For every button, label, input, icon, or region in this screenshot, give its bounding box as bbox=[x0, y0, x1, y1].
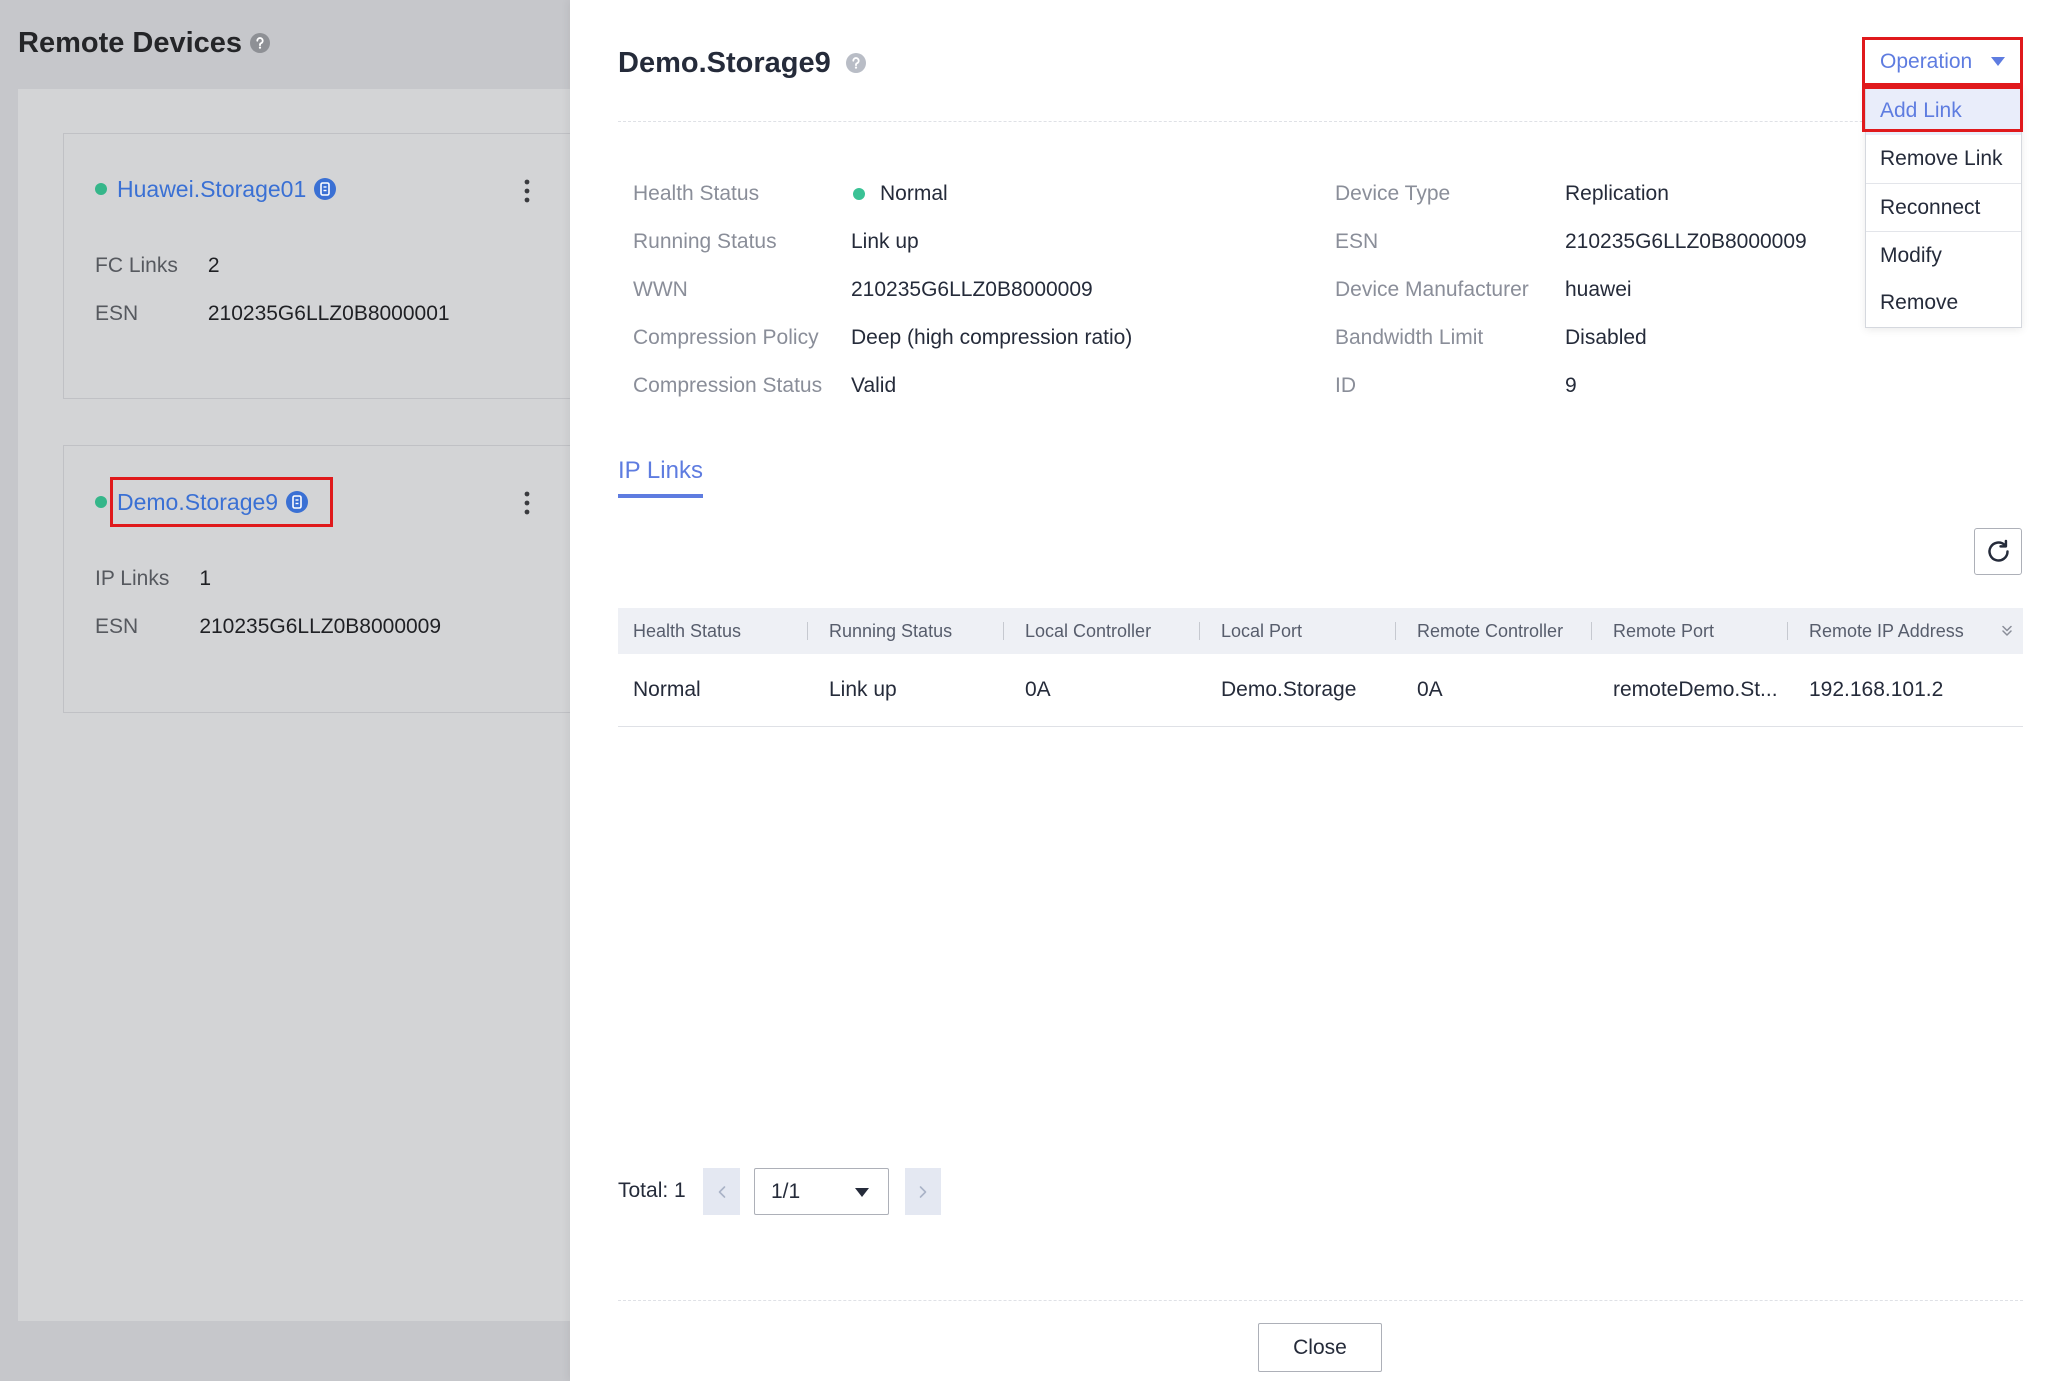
caret-down-icon bbox=[855, 1188, 869, 1197]
divider bbox=[618, 121, 2023, 122]
detail-label: ESN bbox=[1335, 230, 1379, 253]
table-row[interactable]: Normal Link up 0A Demo.Storage 0A remote… bbox=[618, 654, 2023, 727]
detail-label: Running Status bbox=[633, 230, 777, 253]
column-header[interactable]: Local Controller bbox=[1010, 608, 1206, 654]
menu-item-remove-link[interactable]: Remove Link bbox=[1866, 135, 2021, 183]
field-value: 2 bbox=[207, 254, 220, 277]
device-card-header: Demo.Storage9 bbox=[95, 487, 309, 517]
detail-label: Compression Status bbox=[633, 374, 823, 397]
menu-item-modify[interactable]: Modify bbox=[1866, 231, 2021, 279]
detail-label: Device Type bbox=[1335, 182, 1451, 205]
detail-label: Device Manufacturer bbox=[1335, 278, 1529, 301]
detail-label: Health Status bbox=[633, 182, 760, 205]
table-cell: 192.168.101.2 bbox=[1809, 678, 1944, 701]
caret-down-icon bbox=[1991, 57, 2005, 66]
status-dot-icon bbox=[853, 188, 865, 200]
column-header[interactable]: Local Port bbox=[1206, 608, 1402, 654]
help-icon[interactable] bbox=[250, 33, 271, 53]
field-value: 210235G6LLZ0B8000001 bbox=[207, 302, 450, 325]
field-label: ESN bbox=[95, 615, 139, 638]
status-dot-icon bbox=[95, 496, 107, 508]
refresh-icon bbox=[1987, 539, 2009, 562]
operation-dropdown-button[interactable]: Operation bbox=[1865, 40, 2020, 83]
detail-value: Deep (high compression ratio) bbox=[851, 326, 1133, 349]
device-card[interactable]: Huawei.Storage01 FC Links 2 ESN 210235G6… bbox=[63, 133, 570, 399]
device-card-header: Huawei.Storage01 bbox=[95, 174, 337, 204]
field-label: IP Links bbox=[95, 567, 170, 590]
page-title: Remote Devices bbox=[18, 25, 271, 61]
status-dot-icon bbox=[95, 183, 107, 195]
close-button[interactable]: Close bbox=[1258, 1323, 1382, 1372]
device-name-link[interactable]: Huawei.Storage01 bbox=[117, 176, 306, 203]
detail-value-health: Normal bbox=[851, 182, 1132, 206]
storage-info-icon[interactable] bbox=[286, 491, 309, 513]
table-cell: Normal bbox=[633, 678, 701, 701]
prev-page-button[interactable] bbox=[703, 1168, 740, 1215]
divider bbox=[618, 1300, 2023, 1301]
remote-devices-page: Remote Devices Huawei.Storage01 FC Links… bbox=[0, 0, 570, 1381]
column-header[interactable]: Running Status bbox=[814, 608, 1010, 654]
detail-label: ID bbox=[1335, 374, 1356, 397]
operation-menu: Add Link Remove Link Reconnect Modify Re… bbox=[1865, 86, 2022, 328]
chevron-left-icon bbox=[718, 1185, 725, 1198]
help-icon[interactable] bbox=[845, 53, 866, 73]
page-select-value: 1/1 bbox=[771, 1179, 801, 1203]
operation-label: Operation bbox=[1880, 49, 1973, 73]
detail-value: 9 bbox=[1565, 374, 1577, 397]
total-count: 1 bbox=[674, 1179, 686, 1202]
detail-value: Disabled bbox=[1565, 326, 1647, 349]
device-detail-drawer: Demo.Storage9 Operation Add Link Remove … bbox=[570, 0, 2050, 1381]
column-header[interactable]: Remote Port bbox=[1598, 608, 1794, 654]
device-fields: FC Links 2 ESN 210235G6LLZ0B8000001 bbox=[95, 242, 450, 338]
kebab-menu-icon[interactable] bbox=[520, 176, 534, 206]
column-header[interactable]: Remote IP Address bbox=[1794, 608, 1990, 654]
detail-value: Link up bbox=[851, 230, 919, 253]
field-value: 1 bbox=[199, 567, 212, 590]
table-cell: Demo.Storage bbox=[1221, 678, 1357, 701]
next-page-button[interactable] bbox=[905, 1168, 941, 1215]
table-cell: 0A bbox=[1417, 678, 1443, 701]
menu-item-remove[interactable]: Remove bbox=[1866, 279, 2021, 327]
column-header[interactable]: Remote Controller bbox=[1402, 608, 1598, 654]
detail-label: WWN bbox=[633, 278, 688, 301]
table-cell: Link up bbox=[829, 678, 897, 701]
detail-value: Valid bbox=[851, 374, 897, 397]
detail-label: Compression Policy bbox=[633, 326, 819, 349]
device-details-left: Health Status Normal Running Status Link… bbox=[633, 170, 1132, 410]
drawer-title-text: Demo.Storage9 bbox=[618, 46, 831, 79]
field-label: FC Links bbox=[95, 254, 178, 277]
field-value: 210235G6LLZ0B8000009 bbox=[199, 615, 442, 638]
ip-links-table: Health Status Running Status Local Contr… bbox=[618, 608, 2023, 727]
pagination-total: Total: 1 bbox=[618, 1178, 686, 1204]
menu-item-reconnect[interactable]: Reconnect bbox=[1866, 183, 2021, 231]
menu-item-add-link[interactable]: Add Link bbox=[1866, 87, 2021, 135]
table-cell: 0A bbox=[1025, 678, 1051, 701]
device-card[interactable]: Demo.Storage9 IP Links 1 ESN 210235G6LLZ… bbox=[63, 445, 570, 713]
device-fields: IP Links 1 ESN 210235G6LLZ0B8000009 bbox=[95, 555, 441, 651]
tab-ip-links[interactable]: IP Links bbox=[618, 456, 703, 498]
field-label: ESN bbox=[95, 302, 139, 325]
detail-value: 210235G6LLZ0B8000009 bbox=[851, 278, 1093, 301]
storage-info-icon[interactable] bbox=[314, 178, 337, 200]
detail-label: Bandwidth Limit bbox=[1335, 326, 1484, 349]
device-details-right: Device Type Replication ESN 210235G6LLZ0… bbox=[1335, 170, 1807, 410]
page-title-text: Remote Devices bbox=[18, 26, 243, 59]
table-cell: remoteDemo.St... bbox=[1613, 678, 1778, 701]
kebab-menu-icon[interactable] bbox=[520, 488, 534, 518]
column-header[interactable]: Health Status bbox=[618, 608, 814, 654]
drawer-title: Demo.Storage9 bbox=[618, 45, 866, 81]
refresh-button[interactable] bbox=[1974, 528, 2022, 575]
detail-value: 210235G6LLZ0B8000009 bbox=[1565, 230, 1807, 253]
health-status-value: Normal bbox=[880, 182, 948, 205]
detail-value: huawei bbox=[1565, 278, 1632, 301]
device-name-link[interactable]: Demo.Storage9 bbox=[117, 489, 278, 516]
page-select[interactable]: 1/1 bbox=[754, 1168, 889, 1215]
chevron-right-icon bbox=[919, 1185, 927, 1198]
detail-value: Replication bbox=[1565, 182, 1669, 205]
table-header: Health Status Running Status Local Contr… bbox=[618, 608, 2023, 654]
total-label: Total: bbox=[618, 1179, 669, 1202]
expand-columns-icon[interactable] bbox=[1990, 608, 2023, 654]
